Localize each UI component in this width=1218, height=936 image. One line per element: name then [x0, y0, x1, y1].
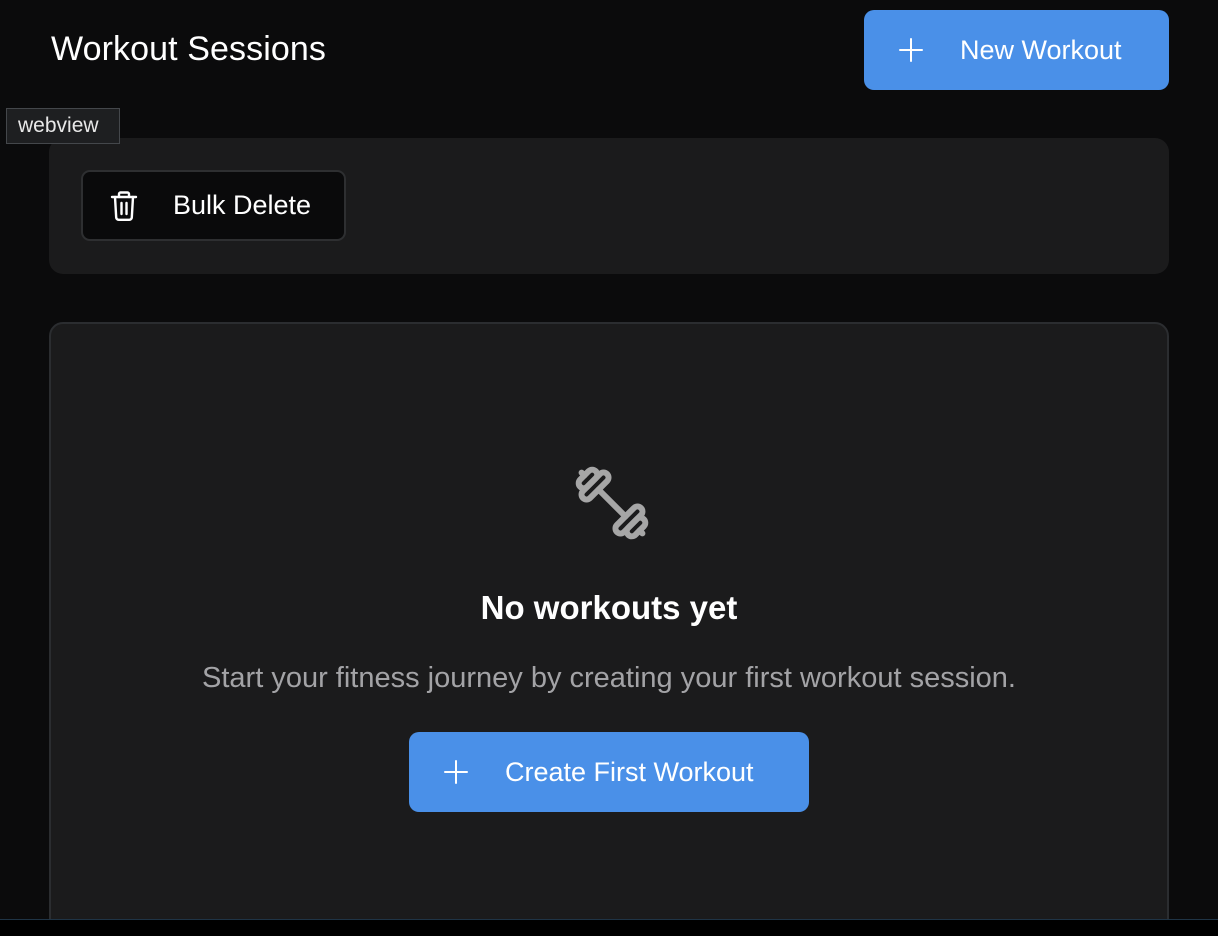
trash-icon: [109, 190, 139, 222]
create-first-workout-button[interactable]: Create First Workout: [409, 732, 809, 812]
new-workout-label: New Workout: [960, 34, 1122, 65]
empty-state-description: Start your fitness journey by creating y…: [202, 662, 1016, 694]
bulk-delete-button[interactable]: Bulk Delete: [81, 170, 346, 241]
create-first-workout-label: Create First Workout: [505, 756, 754, 787]
empty-state-card: No workouts yet Start your fitness journ…: [49, 322, 1169, 936]
toolbar-card: Bulk Delete: [49, 138, 1169, 274]
page-title: Workout Sessions: [51, 30, 326, 68]
workout-sessions-page: Workout Sessions New Workout webview Bul…: [0, 0, 1218, 936]
plus-icon: [898, 37, 924, 63]
empty-state-title: No workouts yet: [480, 589, 738, 626]
dumbbell-icon: [565, 456, 659, 550]
plus-icon: [443, 759, 469, 785]
new-workout-button[interactable]: New Workout: [864, 10, 1169, 90]
bottom-edge-bar: [0, 919, 1218, 936]
bulk-delete-label: Bulk Delete: [173, 190, 312, 220]
webview-tag: webview: [6, 108, 120, 144]
page-header: Workout Sessions New Workout: [0, 0, 1218, 100]
